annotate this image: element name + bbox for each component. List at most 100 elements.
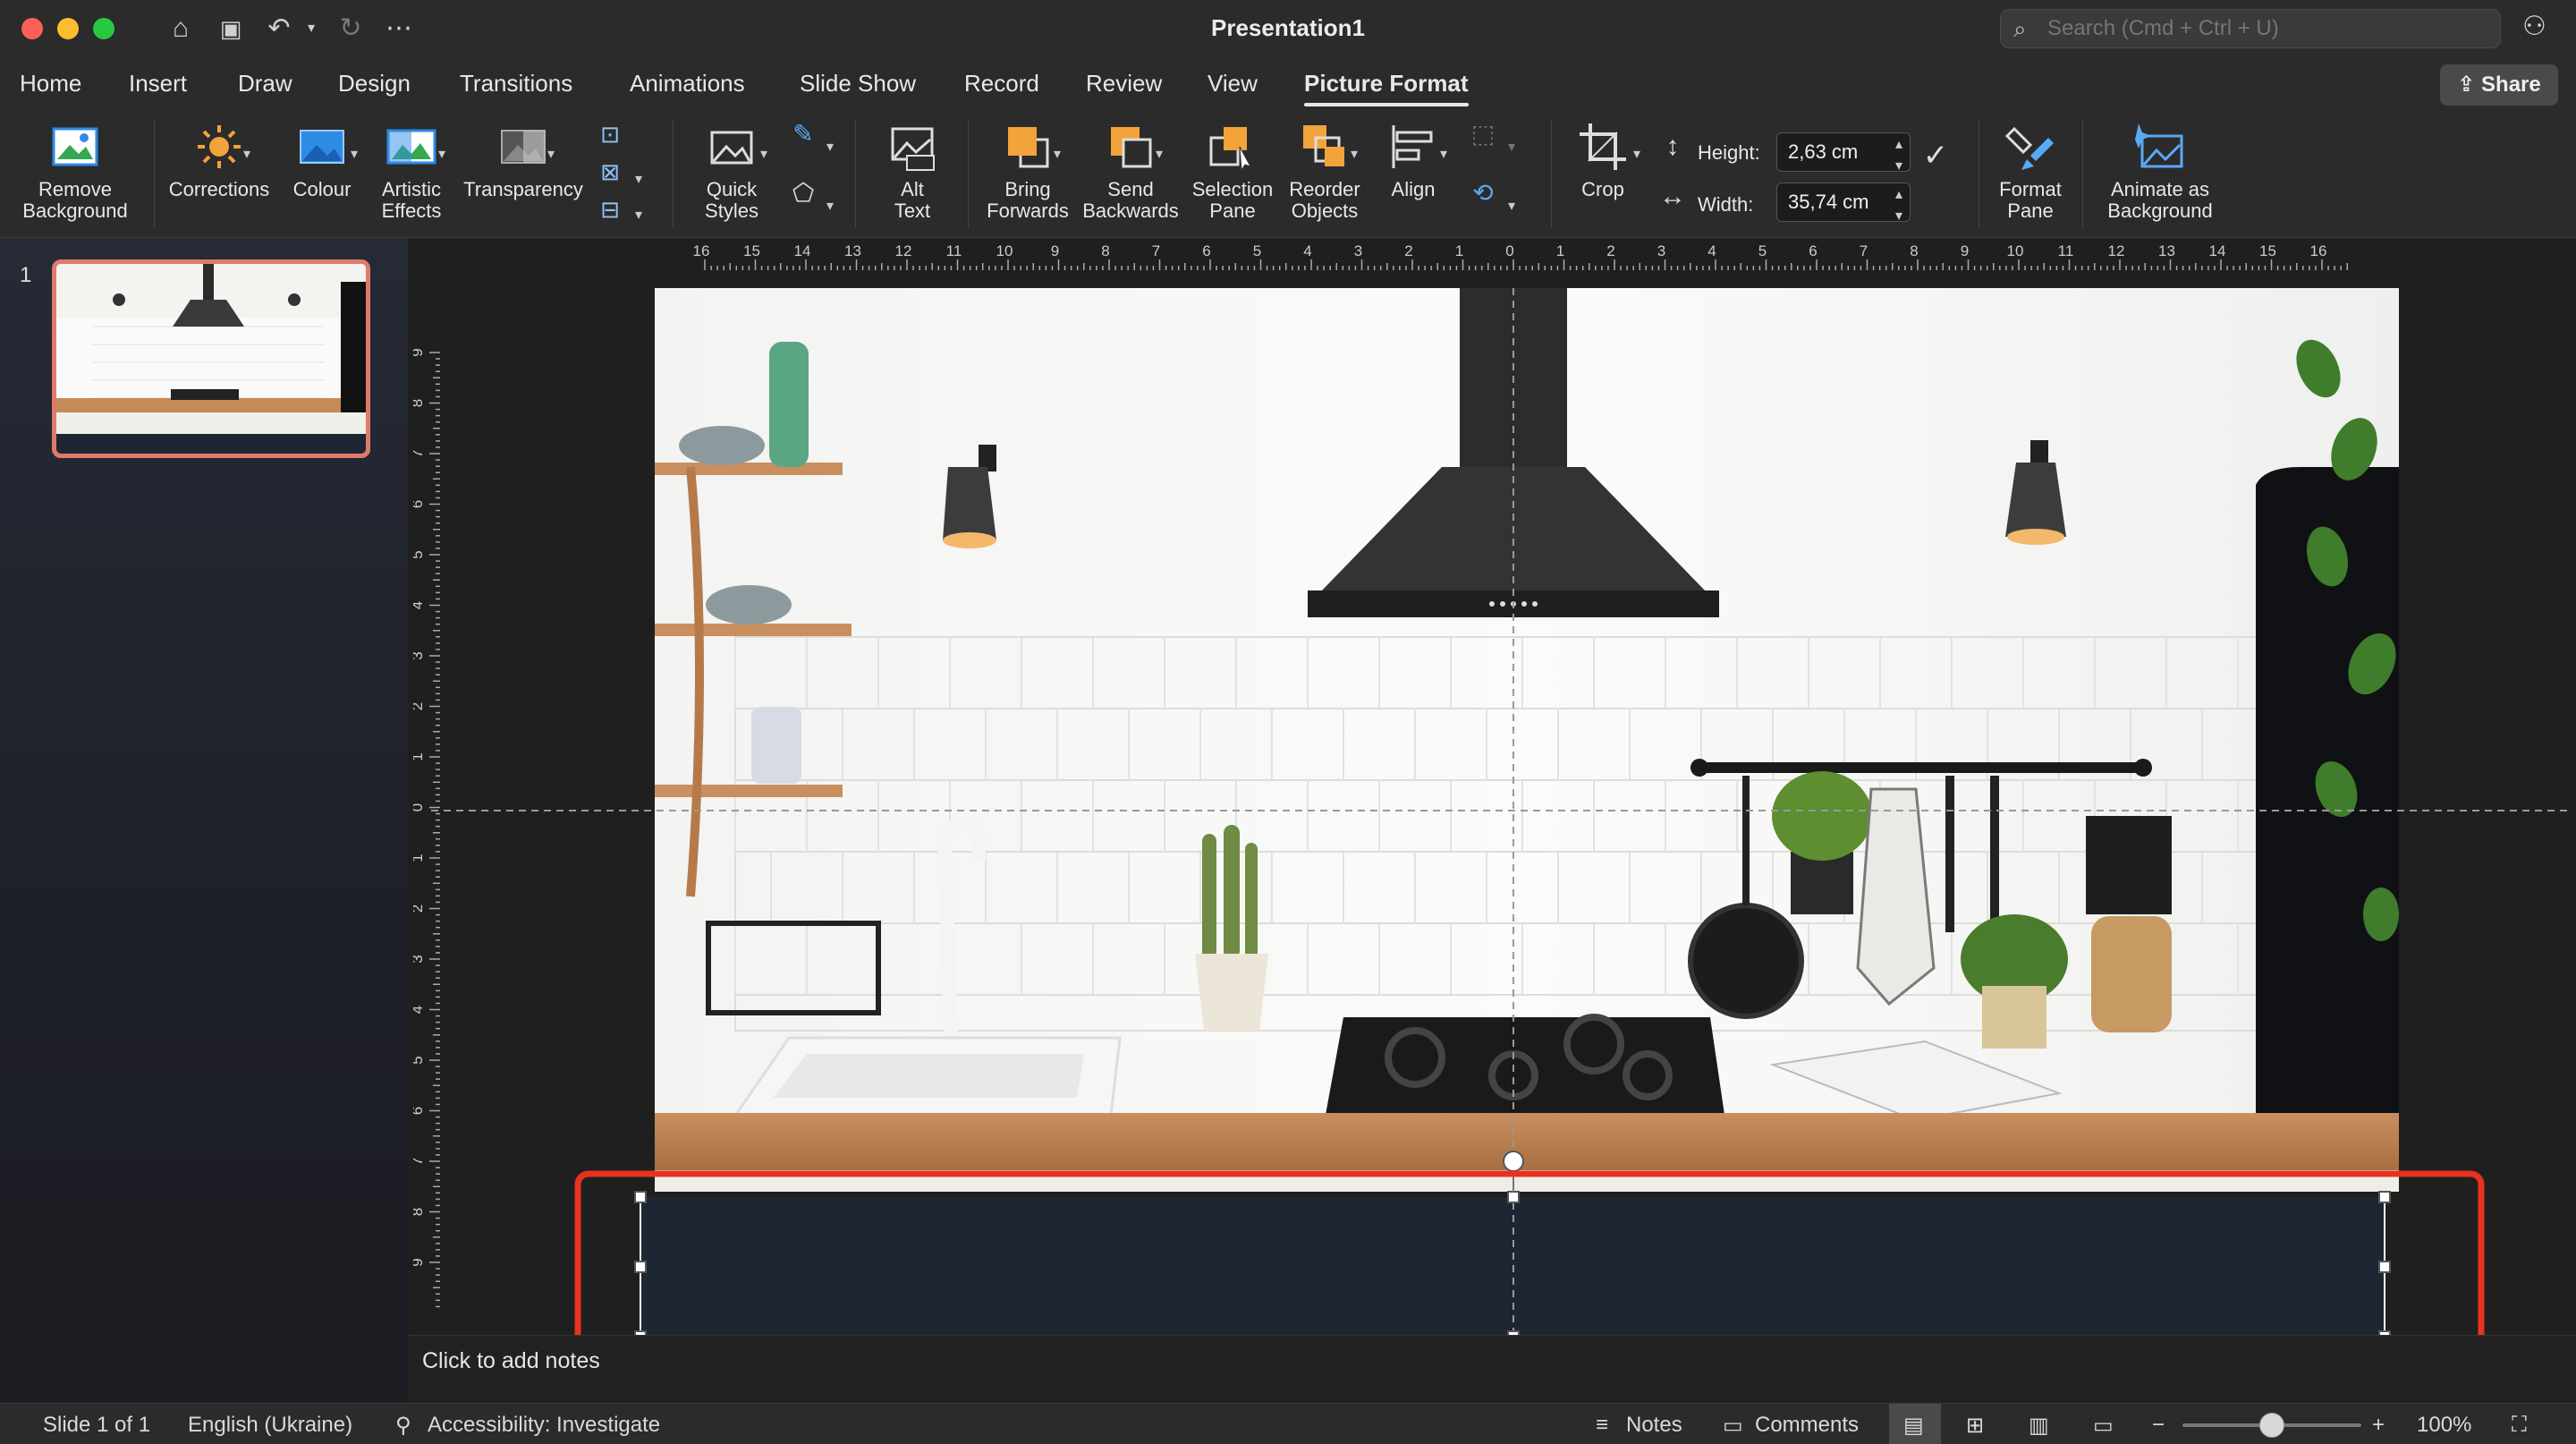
chevron-down-icon[interactable]: ▾	[1054, 145, 1061, 163]
notes-icon[interactable]: ≡	[1596, 1413, 1608, 1438]
ruler-label: 5	[413, 1056, 426, 1064]
share-button[interactable]: ⇪ Share	[2440, 64, 2558, 106]
picture-effects-icon[interactable]: ⬠	[785, 181, 821, 206]
align-icon	[1392, 125, 1433, 168]
format-pane-label-1: Format	[1999, 178, 2062, 200]
alt-text-button[interactable]: Alt Text	[866, 120, 959, 222]
chevron-down-icon[interactable]: ▾	[243, 145, 250, 163]
tab-review[interactable]: Review	[1086, 70, 1162, 98]
ruler-label: 14	[2209, 243, 2226, 259]
compress-pictures-icon[interactable]: ⊡	[592, 123, 628, 146]
normal-view-icon: ▤	[1903, 1414, 1924, 1438]
chevron-down-icon[interactable]: ▾	[635, 206, 642, 224]
height-stepper-icon[interactable]: ▴ ▾	[1885, 134, 1912, 177]
chevron-down-icon[interactable]: ▾	[826, 197, 834, 215]
ribbon-divider	[1551, 120, 1552, 227]
tab-slide-show[interactable]: Slide Show	[800, 70, 916, 98]
zoom-out-icon[interactable]: −	[2152, 1413, 2165, 1438]
chevron-down-icon[interactable]: ▾	[826, 138, 834, 156]
bring-forwards-label-1: Bring	[1004, 178, 1051, 200]
chevron-down-icon[interactable]: ▾	[351, 145, 358, 163]
account-icon[interactable]: ⚇	[2522, 11, 2546, 42]
tab-view[interactable]: View	[1208, 70, 1258, 98]
tab-record[interactable]: Record	[964, 70, 1039, 98]
reorder-objects-button[interactable]: Reorder Objects	[1284, 120, 1365, 222]
notes-placeholder[interactable]: Click to add notes	[422, 1348, 600, 1374]
group-objects-icon[interactable]: ⬚	[1465, 122, 1501, 147]
reset-picture-icon[interactable]: ⊟	[592, 198, 628, 221]
chevron-down-icon[interactable]: ▾	[635, 170, 642, 188]
search-box[interactable]: ⌕	[2000, 9, 2501, 48]
notes-pane[interactable]: Click to add notes	[408, 1335, 2576, 1403]
tab-design[interactable]: Design	[338, 70, 411, 98]
chevron-down-icon[interactable]: ▾	[438, 145, 445, 163]
search-input[interactable]	[2047, 10, 2495, 47]
bring-forwards-button[interactable]: Bring Forwards	[979, 120, 1077, 222]
chevron-down-icon[interactable]: ▾	[1508, 138, 1515, 156]
transparency-button[interactable]: Transparency	[460, 120, 587, 200]
corrections-button[interactable]: Corrections	[163, 120, 275, 200]
fit-to-window-icon[interactable]: ⛶	[2512, 1413, 2527, 1438]
ruler-label: 9	[1051, 243, 1059, 259]
picture-border-icon[interactable]: ✎	[785, 122, 821, 147]
slide-count: Slide 1 of 1	[43, 1413, 151, 1437]
tab-insert[interactable]: Insert	[129, 70, 187, 98]
comments-icon[interactable]: ▭	[1723, 1413, 1743, 1439]
animate-as-background-button[interactable]: Animate as Background	[2093, 120, 2227, 222]
slide-canvas[interactable]	[431, 288, 2572, 1353]
language-indicator[interactable]: English (Ukraine)	[188, 1413, 352, 1438]
send-backwards-button[interactable]: Send Backwards	[1079, 120, 1182, 222]
zoom-slider[interactable]	[2182, 1413, 2361, 1438]
chevron-down-icon[interactable]: ▾	[760, 145, 767, 163]
reorder-objects-icon	[1303, 125, 1344, 166]
selection-pane-button[interactable]: Selection Pane	[1182, 120, 1283, 222]
remove-background-label-2: Background	[22, 200, 128, 222]
ruler-label: 3	[1354, 243, 1362, 259]
accessibility-icon[interactable]: ⚲	[395, 1413, 411, 1439]
quick-styles-button[interactable]: Quick Styles	[685, 120, 778, 222]
alt-text-label-1: Alt	[901, 178, 924, 200]
ribbon-divider	[154, 120, 155, 227]
ruler-label: 9	[1961, 243, 1969, 259]
ruler-label: 15	[743, 243, 760, 259]
format-pane-label-2: Pane	[2007, 200, 2054, 222]
slide-show-icon[interactable]: ▭	[2093, 1413, 2114, 1439]
lock-aspect-ratio-icon[interactable]: ✓	[1918, 140, 1953, 171]
colour-picture-icon	[300, 130, 344, 164]
ruler-label: 6	[413, 1107, 426, 1115]
tab-picture-format[interactable]: Picture Format	[1304, 70, 1469, 106]
chevron-down-icon[interactable]: ▾	[1351, 145, 1358, 163]
zoom-in-icon[interactable]: +	[2372, 1413, 2385, 1438]
ribbon-divider	[673, 120, 674, 227]
comments-button[interactable]: Comments	[1755, 1413, 1859, 1438]
remove-background-button[interactable]: Remove Background	[13, 120, 138, 222]
zoom-level[interactable]: 100%	[2417, 1413, 2471, 1438]
slide-thumbnail[interactable]	[52, 259, 370, 458]
artistic-effects-button[interactable]: Artistic Effects	[370, 120, 453, 222]
width-stepper-icon[interactable]: ▴ ▾	[1885, 184, 1912, 227]
format-pane-button[interactable]: Format Pane	[1986, 120, 2075, 222]
ruler-label: 4	[413, 601, 426, 609]
reorder-objects-label-1: Reorder	[1289, 178, 1360, 200]
ruler-label: 2	[1404, 243, 1412, 259]
tab-home[interactable]: Home	[20, 70, 81, 98]
tab-animations[interactable]: Animations	[630, 70, 745, 98]
tab-transitions[interactable]: Transitions	[460, 70, 572, 98]
chevron-down-icon[interactable]: ▾	[1156, 145, 1163, 163]
quick-styles-label-1: Quick	[706, 178, 758, 200]
tab-draw[interactable]: Draw	[238, 70, 292, 98]
chevron-down-icon[interactable]: ▾	[1440, 145, 1447, 163]
notes-button[interactable]: Notes	[1626, 1413, 1682, 1438]
kitchen-photo[interactable]	[655, 288, 2405, 1192]
reading-view-icon[interactable]: ▥	[2029, 1413, 2049, 1439]
chevron-down-icon[interactable]: ▾	[1633, 145, 1640, 163]
rotate-handle-icon[interactable]	[1503, 1151, 1524, 1172]
chevron-down-icon[interactable]: ▾	[1508, 197, 1515, 215]
zoom-slider-handle[interactable]	[2259, 1413, 2284, 1438]
change-picture-icon[interactable]: ⊠	[592, 160, 628, 183]
rotate-objects-icon[interactable]: ⟲	[1465, 181, 1501, 206]
accessibility-status[interactable]: Accessibility: Investigate	[428, 1413, 660, 1438]
chevron-down-icon[interactable]: ▾	[547, 145, 555, 163]
slide-sorter-icon[interactable]: ⊞	[1966, 1413, 1984, 1439]
ruler-label: 7	[1152, 243, 1160, 259]
